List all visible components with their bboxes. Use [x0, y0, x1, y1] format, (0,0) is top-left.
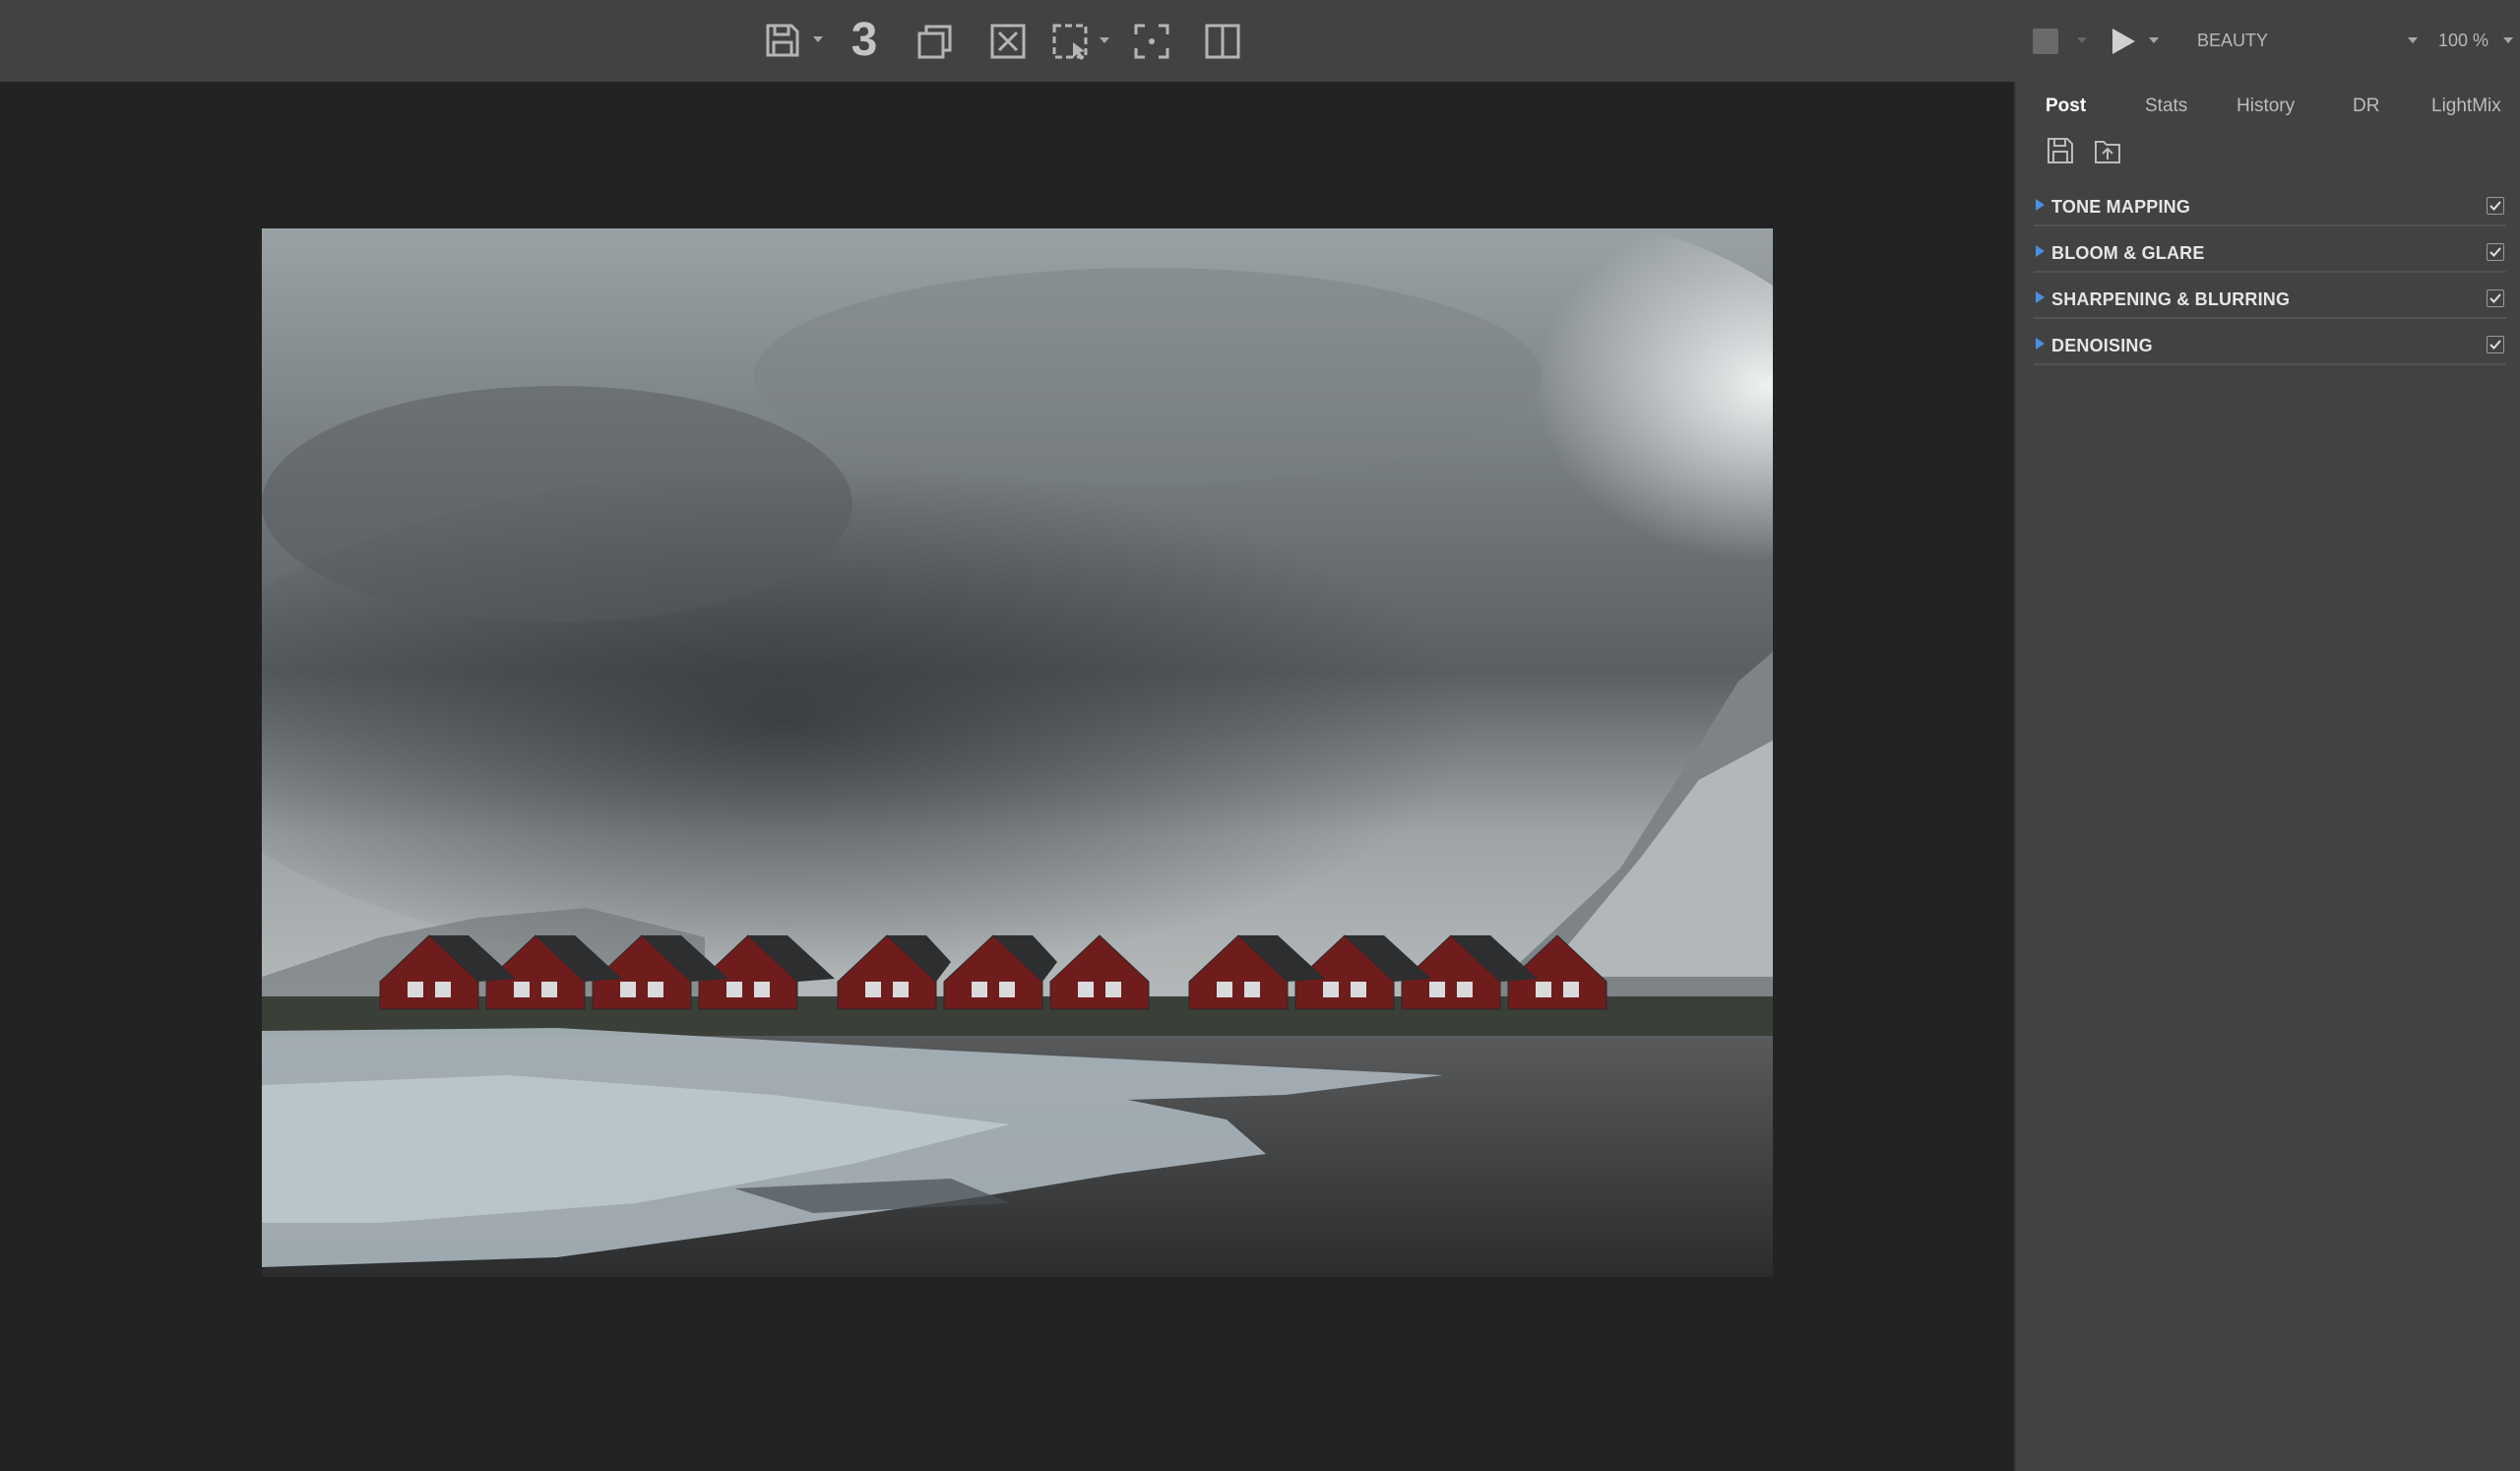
- load-preset-button[interactable]: [2093, 136, 2122, 170]
- render-dropdown-caret[interactable]: [2149, 37, 2159, 43]
- save-dropdown-caret[interactable]: [813, 36, 823, 42]
- history-count: 3: [850, 14, 878, 66]
- checkmark-icon: [2489, 340, 2501, 350]
- expand-arrow-icon[interactable]: [2036, 199, 2045, 211]
- post-processing-panel: Post Stats History DR LightMix TONE MAPP…: [2014, 82, 2520, 1471]
- tone-mapping-checkbox[interactable]: [2487, 197, 2504, 215]
- region-render-button[interactable]: [1050, 22, 1090, 61]
- sharpening-blurring-checkbox[interactable]: [2487, 289, 2504, 307]
- checkmark-icon: [2489, 201, 2501, 211]
- expand-arrow-icon[interactable]: [2036, 245, 2045, 257]
- bloom-glare-checkbox[interactable]: [2487, 243, 2504, 261]
- section-label: BLOOM & GLARE: [2051, 243, 2205, 263]
- history-count-button[interactable]: 3: [841, 17, 888, 64]
- panel-tabs: Post Stats History DR LightMix: [2016, 82, 2520, 133]
- section-sharpening-blurring[interactable]: SHARPENING & BLURRING: [2034, 286, 2506, 319]
- chevron-down-icon: [2503, 37, 2513, 43]
- copy-button[interactable]: [915, 22, 955, 61]
- start-render-button[interactable]: [2107, 24, 2140, 59]
- clear-image-button[interactable]: [988, 22, 1028, 61]
- stop-dropdown-caret[interactable]: [2077, 37, 2087, 43]
- section-denoising[interactable]: DENOISING: [2034, 332, 2506, 365]
- section-label: TONE MAPPING: [2051, 197, 2191, 217]
- checkmark-icon: [2489, 293, 2501, 303]
- copy-icon: [917, 25, 952, 59]
- open-file-icon: [2095, 141, 2120, 163]
- section-bloom-glare[interactable]: BLOOM & GLARE: [2034, 239, 2506, 273]
- tab-stats[interactable]: Stats: [2145, 96, 2187, 117]
- clear-icon: [990, 24, 1026, 59]
- tab-dr[interactable]: DR: [2353, 96, 2379, 117]
- rendered-image[interactable]: [262, 228, 1773, 1277]
- section-label: DENOISING: [2051, 336, 2153, 355]
- save-image-button[interactable]: [762, 20, 803, 61]
- focus-icon: [1134, 24, 1169, 59]
- render-channel-select[interactable]: BEAUTY: [2197, 28, 2418, 55]
- expand-arrow-icon[interactable]: [2036, 338, 2045, 350]
- split-view-icon: [1205, 24, 1240, 59]
- chevron-down-icon: [2408, 37, 2418, 43]
- save-preset-button[interactable]: [2046, 136, 2075, 170]
- save-icon: [766, 24, 799, 57]
- section-tone-mapping[interactable]: TONE MAPPING: [2034, 193, 2506, 226]
- checkmark-icon: [2489, 247, 2501, 257]
- focus-button[interactable]: [1132, 22, 1171, 61]
- render-viewport[interactable]: [0, 82, 2014, 1471]
- split-view-button[interactable]: [1203, 22, 1242, 61]
- tab-post[interactable]: Post: [2046, 96, 2086, 117]
- render-channel-value: BEAUTY: [2197, 31, 2269, 50]
- main-toolbar: 3 BEAUTY 100 %: [0, 0, 2520, 82]
- section-label: SHARPENING & BLURRING: [2051, 289, 2291, 309]
- zoom-select[interactable]: 100 %: [2436, 28, 2515, 55]
- region-dropdown-caret[interactable]: [1100, 37, 1109, 43]
- region-select-icon: [1052, 24, 1088, 60]
- stop-render-button[interactable]: [2033, 29, 2058, 54]
- play-icon: [2112, 29, 2135, 54]
- zoom-value: 100 %: [2438, 31, 2489, 50]
- save-icon: [2048, 138, 2073, 163]
- expand-arrow-icon[interactable]: [2036, 291, 2045, 303]
- tab-lightmix[interactable]: LightMix: [2431, 96, 2501, 117]
- tab-history[interactable]: History: [2236, 96, 2295, 117]
- denoising-checkbox[interactable]: [2487, 336, 2504, 353]
